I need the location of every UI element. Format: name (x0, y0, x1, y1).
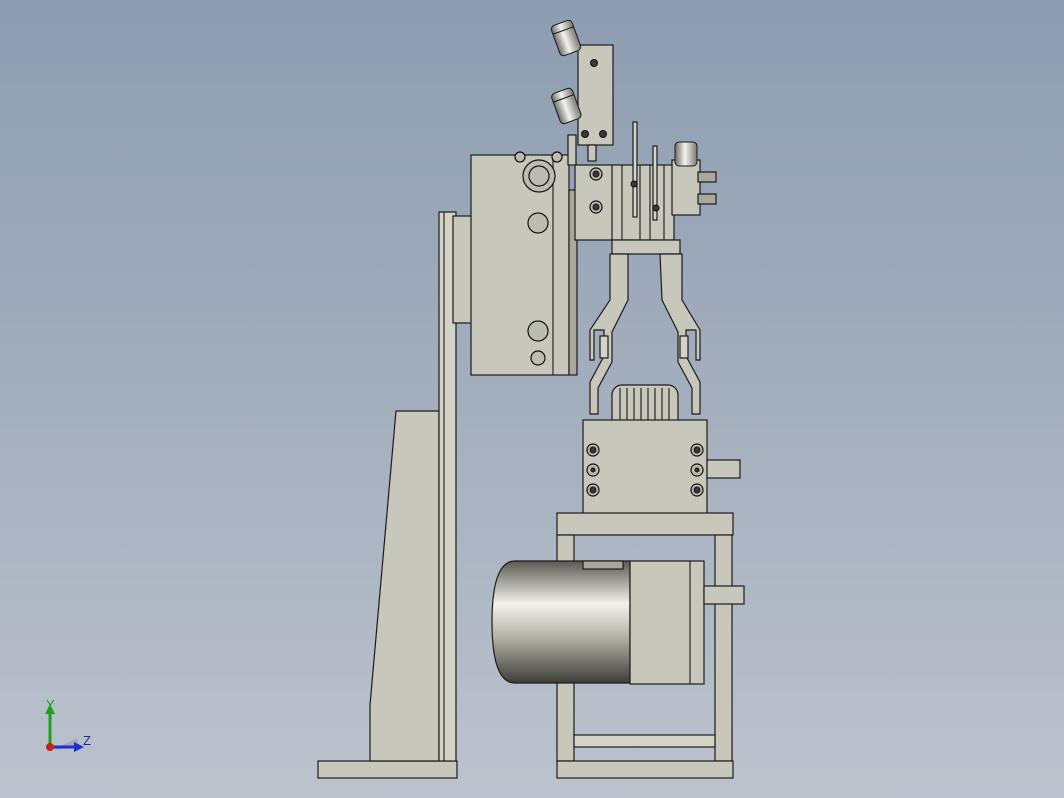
valve-fitting (674, 141, 698, 167)
motor-can (491, 560, 631, 684)
triad-y-label: Y (46, 697, 55, 712)
gearbox-body (582, 419, 708, 519)
motor-shaft (703, 585, 745, 605)
actuator-housing (452, 151, 578, 376)
gearbox-shaft (706, 459, 741, 479)
electric-motor (491, 560, 745, 685)
frame-top-plate (556, 512, 734, 536)
cad-model-drawing (317, 19, 745, 779)
gearbox (582, 419, 741, 519)
pneumatic-fitting-upper (550, 19, 582, 57)
top-bracket (550, 19, 614, 166)
cad-viewport[interactable]: Y Z (0, 0, 1064, 798)
cylinder-block-right (611, 164, 675, 241)
column-stand (317, 211, 458, 779)
triad-z-label: Z (83, 733, 91, 748)
frame-base-plate (556, 760, 734, 779)
housing-mount-flange (452, 215, 474, 324)
frame-leg-right (714, 534, 733, 762)
column-gusset (369, 410, 440, 762)
jaw-carrier (611, 239, 681, 255)
housing-body (470, 154, 570, 376)
x-axis-dot-icon (46, 743, 54, 751)
valve-body (671, 159, 701, 216)
motor-flange (629, 560, 705, 685)
base-plate (317, 760, 458, 779)
